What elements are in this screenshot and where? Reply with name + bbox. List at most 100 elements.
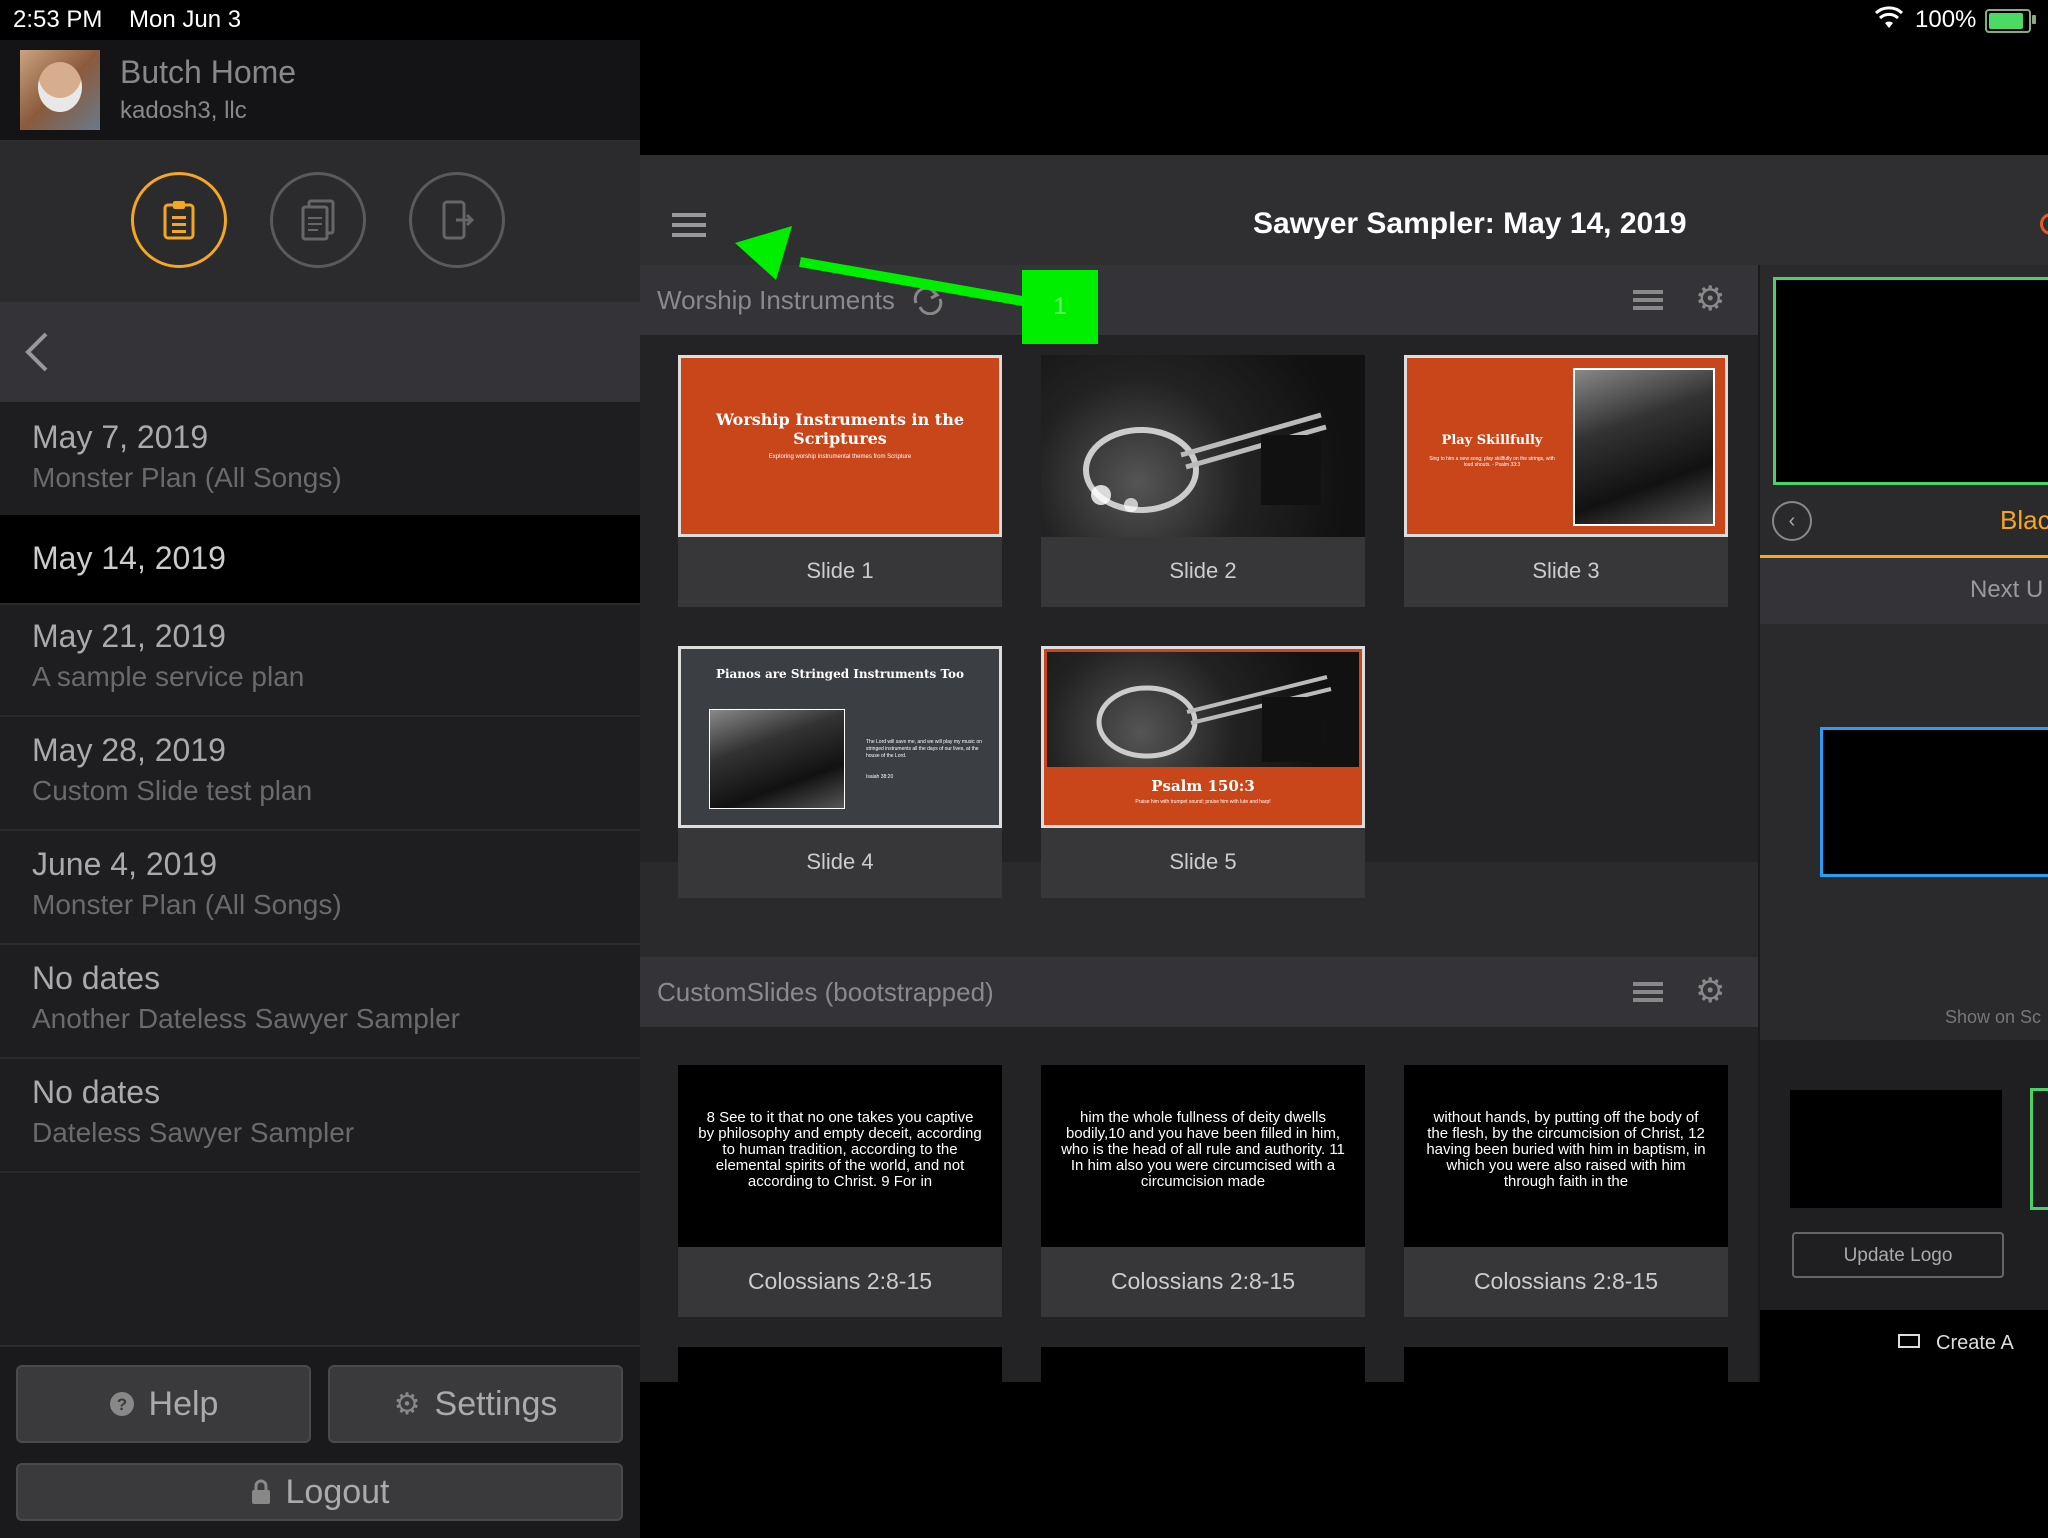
gear-icon[interactable]: ⚙ — [1695, 971, 1725, 1011]
slide-card[interactable] — [1041, 1347, 1365, 1382]
plan-date: May 28, 2019 — [32, 732, 226, 768]
slide-thumbnail: him the whole fullness of deity dwells b… — [1041, 1065, 1365, 1247]
profile-header[interactable]: Butch Home kadosh3, llc — [0, 40, 640, 142]
section-header-custom: CustomSlides (bootstrapped) ⚙ — [640, 957, 1758, 1027]
list-view-icon[interactable] — [1633, 290, 1663, 294]
status-date: Mon Jun 3 — [129, 6, 242, 33]
slide-text: 8 See to it that no one takes you captiv… — [698, 1109, 982, 1190]
section-title: Worship Instruments — [657, 285, 895, 315]
avatar — [20, 50, 100, 130]
piano-image — [1573, 368, 1715, 526]
logo-section: Update Logo — [1760, 1040, 2048, 1330]
plan-item-selected[interactable]: May 14, 2019 — [0, 515, 640, 605]
slide-label: Slide 4 — [806, 849, 874, 874]
gear-icon[interactable]: ⚙ — [1695, 279, 1725, 319]
slide-card[interactable]: him the whole fullness of deity dwells b… — [1041, 1065, 1365, 1317]
slide-thumbnail: 8 See to it that no one takes you captiv… — [678, 1065, 1002, 1247]
documents-mode-button[interactable] — [270, 172, 366, 268]
device-mode-button[interactable] — [409, 172, 505, 268]
settings-button[interactable]: ⚙ Settings — [328, 1365, 623, 1443]
plans-mode-button[interactable] — [131, 172, 227, 268]
plan-item[interactable]: June 4, 2019 Monster Plan (All Songs) — [0, 831, 640, 945]
clipboard-icon — [163, 201, 195, 240]
profile-name: Butch Home — [120, 54, 297, 90]
plan-title: Dateless Sawyer Sampler — [32, 1117, 355, 1148]
slide-label: Slide 3 — [1532, 558, 1600, 583]
logout-button[interactable]: Logout — [16, 1463, 623, 1521]
plan-item[interactable]: No dates Dateless Sawyer Sampler — [0, 1059, 640, 1173]
plan-date: May 21, 2019 — [32, 618, 226, 654]
plan-item[interactable]: May 28, 2019 Custom Slide test plan — [0, 717, 640, 831]
section-header-worship: Worship Instruments ⚙ — [640, 265, 1758, 335]
slide-reference: Isaiah 38:20 — [866, 774, 894, 780]
live-preview[interactable] — [1773, 277, 2048, 485]
slide-thumbnail — [1041, 355, 1365, 537]
slide-text: without hands, by putting off the body o… — [1426, 1109, 1706, 1190]
slide-card[interactable]: Play Skillfully Sing to him a new song; … — [1404, 355, 1728, 607]
create-label: Create A — [1936, 1332, 2014, 1354]
slide-heading: Play Skillfully — [1441, 433, 1543, 448]
annotation-label: 1 — [1022, 270, 1098, 344]
plan-item[interactable]: May 21, 2019 A sample service plan — [0, 603, 640, 717]
slide-card[interactable] — [1404, 1347, 1728, 1382]
help-label: Help — [148, 1384, 219, 1423]
slide-card[interactable]: Slide 2 — [1041, 355, 1365, 607]
slide-card[interactable]: Psalm 150:3 Praise him with trumpet soun… — [1041, 646, 1365, 898]
plan-date: May 7, 2019 — [32, 419, 209, 455]
slide-heading: Pianos are Stringed Instruments Too — [715, 667, 965, 681]
plan-date: No dates — [32, 1074, 161, 1110]
page-title: Sawyer Sampler: May 14, 2019 — [1253, 207, 1687, 240]
lock-icon — [251, 1479, 270, 1504]
plan-title: A sample service plan — [32, 661, 305, 692]
slide-card[interactable]: Pianos are Stringed Instruments Too The … — [678, 646, 1002, 898]
plan-date: No dates — [32, 960, 161, 996]
next-up-label: Next U — [1970, 576, 2044, 603]
plans-sidebar: Butch Home kadosh3, llc May 7, 2019 Mons… — [0, 40, 640, 1538]
list-view-icon[interactable] — [1633, 982, 1663, 986]
plan-item[interactable]: May 7, 2019 Monster Plan (All Songs) — [0, 404, 640, 518]
slide-card[interactable]: 8 See to it that no one takes you captiv… — [678, 1065, 1002, 1317]
black-button[interactable]: Black — [2000, 505, 2048, 536]
plan-item[interactable]: No dates Another Dateless Sawyer Sampler — [0, 945, 640, 1059]
help-icon: ? — [109, 1392, 134, 1416]
slide-subtext: Exploring worship instrumental themes fr… — [768, 454, 912, 460]
slide-subtext: The Lord will save me, and we will play … — [866, 739, 982, 759]
live-indicator-icon — [2040, 213, 2048, 235]
update-logo-button[interactable]: Update Logo — [1792, 1232, 2004, 1278]
logo-selected-preview[interactable] — [2030, 1088, 2048, 1210]
chevron-left-icon[interactable] — [22, 330, 50, 374]
slide-label: Colossians 2:8-15 — [1110, 1268, 1296, 1294]
hamburger-menu-icon[interactable] — [672, 213, 706, 217]
plan-title: Monster Plan (All Songs) — [32, 462, 342, 493]
sync-icon[interactable] — [910, 287, 946, 315]
slide-thumbnail: Pianos are Stringed Instruments Too The … — [678, 646, 1002, 828]
slide-label: Slide 5 — [1169, 849, 1237, 874]
plan-title: Custom Slide test plan — [32, 775, 313, 806]
slide-heading: Psalm 150:3 — [1151, 777, 1255, 795]
slide-thumbnail: without hands, by putting off the body o… — [1404, 1065, 1728, 1247]
sidebar-footer: ? Help ⚙ Settings Logout — [0, 1345, 640, 1538]
slide-label: Slide 2 — [1169, 558, 1237, 583]
slide-card[interactable] — [678, 1347, 1002, 1382]
next-preview[interactable] — [1820, 727, 2048, 877]
slide-card[interactable]: Worship Instruments in the Scriptures Ex… — [678, 355, 1002, 607]
plan-title: Another Dateless Sawyer Sampler — [32, 1003, 460, 1034]
piano-image — [709, 709, 845, 809]
slide-card[interactable]: without hands, by putting off the body o… — [1404, 1065, 1728, 1317]
logo-preview — [1790, 1090, 2002, 1208]
create-bar[interactable]: Create A — [1760, 1310, 2048, 1382]
plan-date: June 4, 2019 — [32, 846, 218, 882]
wifi-icon — [1874, 6, 1904, 28]
profile-company: kadosh3, llc — [120, 97, 247, 124]
keyboard-icon — [1898, 1334, 1920, 1348]
plan-title: Monster Plan (All Songs) — [32, 889, 342, 920]
mode-switcher — [0, 142, 640, 302]
device-transfer-icon — [442, 200, 475, 240]
show-on-screen-label[interactable]: Show on Sc — [1945, 1007, 2041, 1028]
chevron-left-icon[interactable]: ‹ — [1772, 501, 1812, 541]
slide-label: Slide 1 — [806, 558, 874, 583]
gear-icon: ⚙ — [393, 1387, 421, 1421]
plan-header: Sawyer Sampler: May 14, 2019 — [640, 155, 2048, 265]
plan-date: May 14, 2019 — [32, 540, 226, 576]
help-button[interactable]: ? Help — [16, 1365, 311, 1443]
